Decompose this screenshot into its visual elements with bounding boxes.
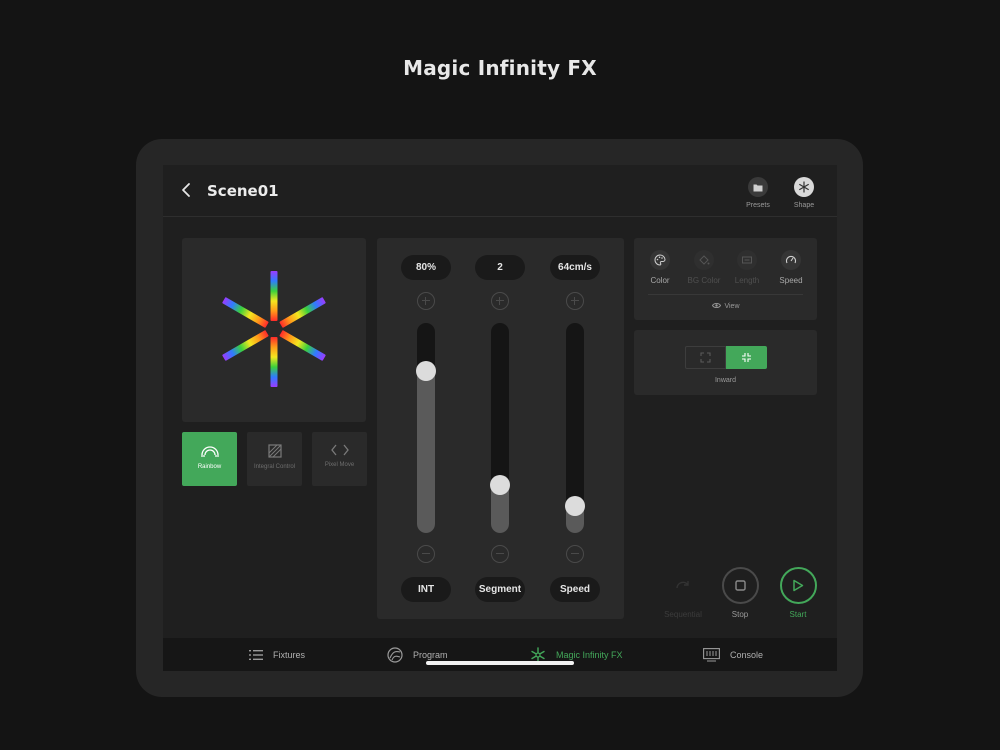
- slider-name: INT: [401, 577, 451, 602]
- transport-label: Sequential: [664, 610, 702, 619]
- view-button[interactable]: View: [634, 302, 817, 310]
- transport-label: Start: [789, 610, 807, 619]
- presets-button[interactable]: Presets: [738, 177, 778, 209]
- direction-label: Inward: [714, 377, 736, 384]
- property-label: BG Color: [687, 276, 721, 285]
- slider-track[interactable]: [491, 323, 509, 533]
- paint-bucket-icon: [694, 250, 714, 270]
- app-header: Scene01 Presets Shape: [163, 165, 837, 217]
- eye-icon: [711, 303, 721, 308]
- start-button[interactable]: Start: [768, 567, 828, 619]
- play-icon: [779, 567, 817, 604]
- nav-item-console[interactable]: Console: [703, 638, 763, 671]
- effect-preview: [182, 238, 366, 422]
- rainbow-star-graphic: [222, 271, 326, 387]
- chevron-left-icon: [182, 183, 190, 197]
- slider-segment: 2 Segment: [475, 238, 525, 619]
- mode-label: Integral Control: [253, 464, 296, 470]
- mode-rainbow-button[interactable]: Rainbow: [182, 432, 237, 486]
- page-title: Magic Infinity FX: [403, 56, 597, 80]
- mode-label: Rainbow: [197, 464, 222, 470]
- divider: [648, 294, 803, 295]
- code-arrows-icon: [330, 444, 349, 456]
- console-icon: [703, 647, 720, 661]
- nav-item-program[interactable]: Program: [387, 638, 448, 671]
- direction-panel: Inward: [634, 330, 817, 395]
- slider-name: Speed: [550, 577, 600, 602]
- property-bg-color-button[interactable]: BG Color: [684, 250, 724, 285]
- snowflake-icon: [794, 177, 814, 197]
- nav-label: Program: [413, 649, 448, 660]
- transport-label: Stop: [731, 610, 749, 619]
- list-icon: [249, 649, 263, 660]
- sliders-panel: 80% INT 2 Segment 64cm/s Speed: [377, 238, 624, 619]
- nav-label: Console: [730, 649, 764, 660]
- slider-thumb[interactable]: [490, 474, 510, 495]
- shape-button[interactable]: Shape: [784, 177, 824, 209]
- plus-icon[interactable]: [491, 292, 509, 310]
- nav-label: Fixtures: [273, 649, 306, 660]
- property-length-button[interactable]: Length: [727, 250, 767, 285]
- scene-title: Scene01: [207, 182, 279, 200]
- slider-speed: 64cm/s Speed: [550, 238, 600, 619]
- slider-value: 80%: [401, 255, 451, 280]
- nav-label: Magic Infinity FX: [556, 649, 623, 660]
- outward-option[interactable]: [685, 346, 726, 369]
- palette-icon: [650, 250, 670, 270]
- property-speed-button[interactable]: Speed: [771, 250, 811, 285]
- folder-icon: [748, 177, 768, 197]
- mode-pixel-move-button[interactable]: Pixel Move: [312, 432, 367, 486]
- nav-item-magic-infinity-fx[interactable]: Magic Infinity FX: [530, 638, 623, 671]
- home-indicator[interactable]: [426, 661, 574, 665]
- properties-panel: Color BG Color Length Speed View: [634, 238, 817, 320]
- slider-int: 80% INT: [401, 238, 451, 619]
- mode-label: Pixel Move: [324, 462, 355, 468]
- presets-label: Presets: [746, 202, 770, 209]
- minus-icon[interactable]: [566, 545, 584, 563]
- speedometer-icon: [781, 250, 801, 270]
- program-icon: [387, 646, 403, 663]
- plus-icon[interactable]: [566, 292, 584, 310]
- slider-thumb[interactable]: [565, 495, 585, 516]
- minus-icon[interactable]: [491, 545, 509, 563]
- app-screen: Scene01 Presets Shape Rainbow Integral C…: [163, 165, 837, 671]
- slider-value: 64cm/s: [550, 255, 600, 280]
- property-label: Speed: [779, 276, 803, 285]
- plus-icon[interactable]: [417, 292, 435, 310]
- inward-option[interactable]: [726, 346, 767, 369]
- stop-icon: [721, 567, 759, 604]
- rainbow-icon: [200, 446, 219, 457]
- property-label: Length: [734, 276, 760, 285]
- view-label: View: [724, 303, 740, 310]
- slider-value: 2: [475, 255, 525, 280]
- stop-button[interactable]: Stop: [710, 567, 770, 619]
- slider-track[interactable]: [417, 323, 435, 533]
- collapse-arrows-icon: [742, 353, 751, 362]
- minus-icon[interactable]: [417, 545, 435, 563]
- bottom-nav: Fixtures Program Magic Infinity FX Conso…: [163, 638, 837, 671]
- sequential-button[interactable]: Sequential: [653, 567, 713, 619]
- sequential-icon: [665, 567, 702, 604]
- expand-arrows-icon: [700, 352, 711, 363]
- length-icon: [737, 250, 757, 270]
- nav-item-fixtures[interactable]: Fixtures: [249, 638, 305, 671]
- shape-label: Shape: [793, 202, 815, 209]
- hatch-square-icon: [267, 444, 282, 458]
- property-color-button[interactable]: Color: [640, 250, 680, 285]
- back-button[interactable]: [177, 179, 197, 201]
- slider-fill: [417, 371, 435, 533]
- slider-name: Segment: [475, 577, 525, 602]
- mode-integral-control-button[interactable]: Integral Control: [247, 432, 302, 486]
- property-label: Color: [650, 276, 670, 285]
